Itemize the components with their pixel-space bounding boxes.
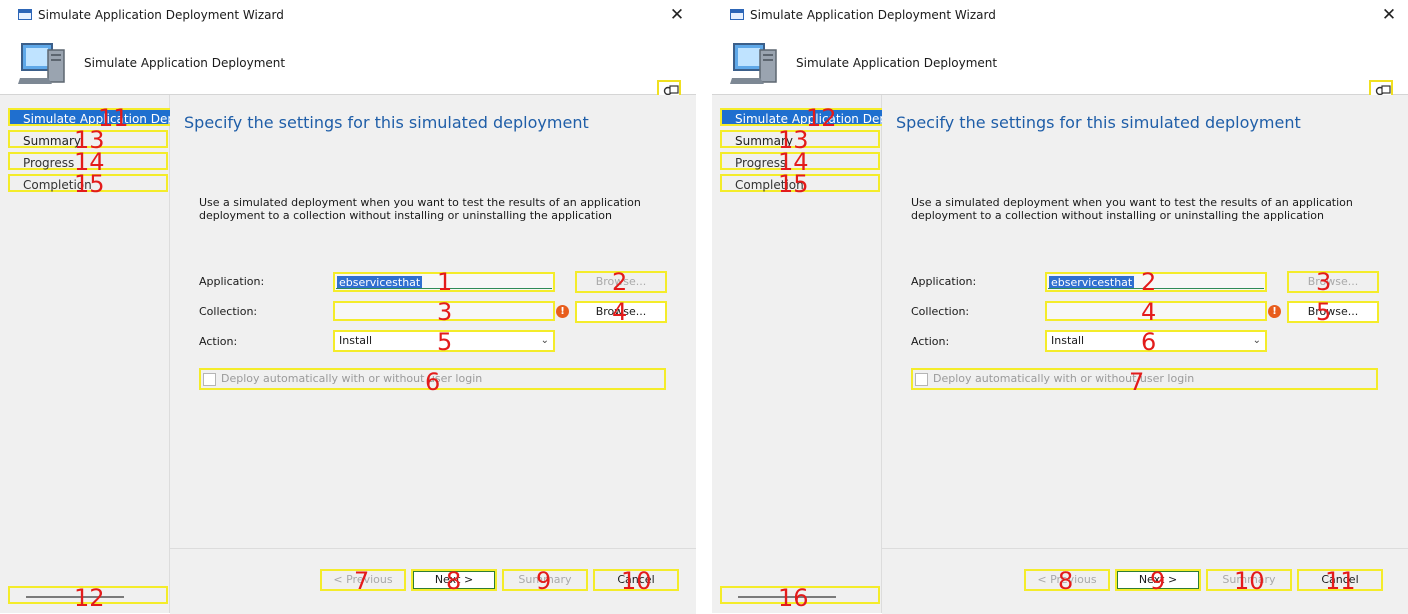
collection-browse-button[interactable]: Browse... [1287, 301, 1379, 323]
close-icon[interactable]: ✕ [1378, 4, 1400, 26]
checkbox-box[interactable] [915, 373, 928, 386]
application-label: Application: [199, 275, 265, 288]
annotation-number: 4 [612, 298, 628, 326]
window-title: Simulate Application Deployment Wizard [38, 8, 284, 22]
header-title: Simulate Application Deployment [796, 56, 998, 70]
warning-icon: ! [556, 305, 569, 318]
annotation-number: 4 [1141, 298, 1157, 326]
action-value: Install [339, 334, 373, 347]
checkbox-label: Deploy automatically with or without use… [221, 372, 483, 385]
annotation-number: 15 [74, 170, 105, 198]
chevron-down-icon: ⌄ [1252, 335, 1261, 346]
annotation-number: 10 [621, 567, 652, 595]
application-browse-button[interactable]: Browse... [1287, 271, 1379, 293]
chevron-down-icon: ⌄ [540, 335, 549, 346]
annotation-number: 7 [1129, 368, 1145, 396]
annotation-number: 16 [778, 584, 809, 612]
annotation-number: 8 [446, 567, 462, 595]
application-label: Application: [911, 275, 977, 288]
annotation-number: 2 [1141, 268, 1157, 296]
annotation-number: 7 [354, 567, 370, 595]
header-title: Simulate Application Deployment [84, 56, 286, 70]
annotation-number: 8 [1058, 567, 1074, 595]
annotation-number: 15 [778, 170, 809, 198]
action-value: Install [1051, 334, 1085, 347]
annotation-number: 6 [1141, 328, 1157, 356]
annotation-number: 6 [425, 368, 441, 396]
window-icon [730, 9, 744, 20]
page-title: Specify the settings for this simulated … [184, 113, 589, 132]
computer-icon [730, 43, 777, 84]
title-bar: Simulate Application Deployment Wizard ✕ [712, 0, 1408, 31]
annotation-number: 3 [437, 298, 453, 326]
annotation-number: 5 [437, 328, 453, 356]
collection-label: Collection: [911, 305, 970, 318]
close-icon[interactable]: ✕ [666, 4, 688, 26]
annotation-number: 2 [612, 268, 628, 296]
annotation-number: 12 [74, 584, 105, 612]
wizard-header: Simulate Application Deployment [0, 30, 696, 106]
deploy-automatically-checkbox[interactable]: Deploy automatically with or without use… [911, 368, 1378, 390]
description-text: Use a simulated deployment when you want… [199, 196, 641, 222]
wizard-window-left: Simulate Application Deployment Wizard ✕… [0, 0, 697, 614]
action-label: Action: [911, 335, 950, 348]
annotation-number: 3 [1316, 268, 1332, 296]
title-bar: Simulate Application Deployment Wizard ✕ [0, 0, 696, 31]
wizard-window-right: Simulate Application Deployment Wizard ✕… [712, 0, 1408, 614]
computer-icon [18, 43, 65, 84]
checkbox-label: Deploy automatically with or without use… [933, 372, 1195, 385]
window-gap [696, 0, 712, 613]
action-label: Action: [199, 335, 238, 348]
description-text: Use a simulated deployment when you want… [911, 196, 1353, 222]
wizard-footer: < Previous Next > Summary Cancel [170, 548, 696, 614]
window-icon [18, 9, 32, 20]
wizard-header: Simulate Application Deployment [712, 30, 1408, 106]
collection-label: Collection: [199, 305, 258, 318]
warning-icon: ! [1268, 305, 1281, 318]
annotation-number: 1 [437, 268, 453, 296]
annotation-number: 9 [1150, 567, 1166, 595]
checkbox-box[interactable] [203, 373, 216, 386]
annotation-number: 5 [1316, 298, 1332, 326]
annotation-number: 12 [806, 104, 837, 132]
annotation-number: 11 [1325, 567, 1356, 595]
annotation-number: 9 [536, 567, 552, 595]
annotation-number: 10 [1234, 567, 1265, 595]
window-title: Simulate Application Deployment Wizard [750, 8, 996, 22]
page-title: Specify the settings for this simulated … [896, 113, 1301, 132]
